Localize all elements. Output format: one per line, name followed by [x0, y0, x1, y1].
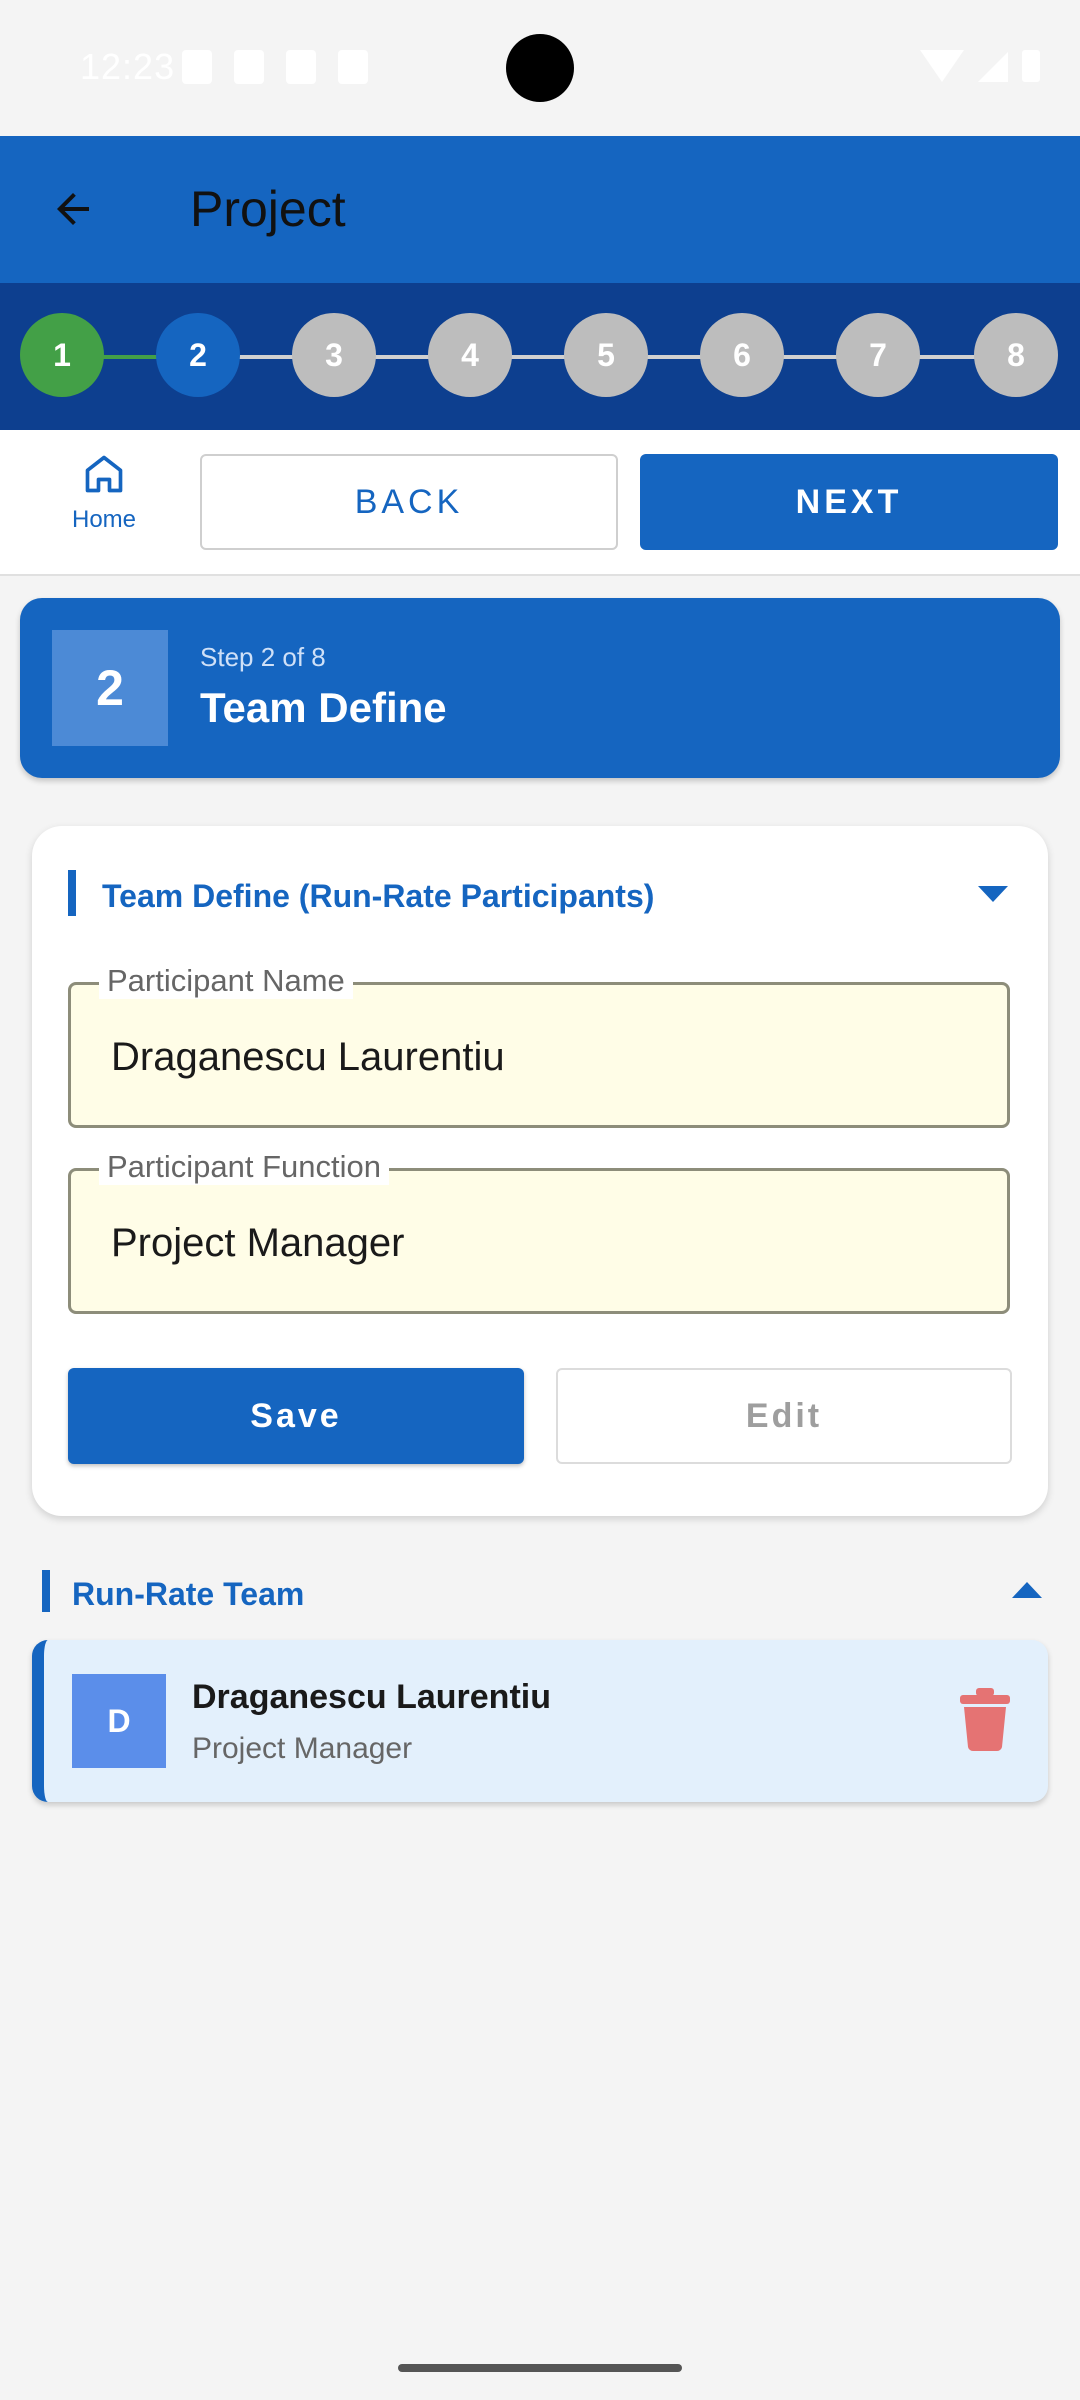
- action-bar: Home BACK NEXT: [0, 430, 1080, 576]
- section-accent: [68, 870, 76, 916]
- team-section-header[interactable]: Run-Rate Team: [42, 1570, 1042, 1612]
- team-define-form: Team Define (Run-Rate Participants) Part…: [32, 826, 1048, 1516]
- status-bar: 12:23: [0, 0, 1080, 136]
- next-button[interactable]: NEXT: [640, 454, 1058, 550]
- download-icon: [234, 50, 264, 84]
- font-icon: [338, 50, 368, 84]
- step-title: Team Define: [200, 684, 447, 731]
- save-button[interactable]: Save: [68, 1368, 524, 1464]
- step-number-badge: 2: [52, 630, 168, 746]
- step-header-card: 2 Step 2 of 8 Team Define: [20, 598, 1060, 778]
- step-5[interactable]: 5: [564, 313, 648, 397]
- participant-function-input[interactable]: [111, 1221, 971, 1266]
- form-section-header[interactable]: Team Define (Run-Rate Participants): [68, 870, 1012, 916]
- participant-function-label: Participant Function: [99, 1149, 389, 1185]
- member-role: Project Manager: [192, 1732, 413, 1765]
- app-bar: Project: [0, 136, 1080, 283]
- system-icons: [920, 50, 1040, 82]
- chevron-down-icon[interactable]: [978, 886, 1008, 902]
- home-button[interactable]: Home: [44, 452, 164, 556]
- gesture-bar[interactable]: [398, 2364, 682, 2372]
- avatar: D: [72, 1674, 166, 1768]
- home-label: Home: [71, 506, 137, 533]
- back-arrow-icon[interactable]: [40, 176, 106, 242]
- team-section-title: Run-Rate Team: [72, 1576, 305, 1612]
- notification-icons: [182, 50, 368, 84]
- step-8[interactable]: 8: [974, 313, 1058, 397]
- step-7[interactable]: 7: [836, 313, 920, 397]
- participant-name-field[interactable]: Participant Name: [68, 963, 1010, 1128]
- shield-icon: [182, 50, 212, 84]
- home-icon: [85, 455, 123, 493]
- step-4[interactable]: 4: [428, 313, 512, 397]
- form-section-title: Team Define (Run-Rate Participants): [102, 878, 655, 914]
- list-item[interactable]: D Draganescu Laurentiu Project Manager: [32, 1640, 1048, 1802]
- participant-function-field[interactable]: Participant Function: [68, 1149, 1010, 1314]
- step-3[interactable]: 3: [292, 313, 376, 397]
- member-name: Draganescu Laurentiu: [192, 1678, 551, 1716]
- participant-name-label: Participant Name: [99, 963, 353, 999]
- battery-icon: [1022, 50, 1040, 82]
- page-title: Project: [190, 181, 346, 237]
- signal-icon: [978, 52, 1008, 82]
- edit-button[interactable]: Edit: [556, 1368, 1012, 1464]
- participant-name-input[interactable]: [111, 1035, 971, 1080]
- step-count: Step 2 of 8: [200, 642, 326, 672]
- trash-icon[interactable]: [958, 1686, 1012, 1752]
- status-time: 12:23: [80, 46, 176, 87]
- back-button[interactable]: BACK: [200, 454, 618, 550]
- step-1[interactable]: 1: [20, 313, 104, 397]
- sd-card-icon: [286, 50, 316, 84]
- step-2[interactable]: 2: [156, 313, 240, 397]
- section-accent: [42, 1570, 50, 1612]
- progress-stepper: 1 2 3 4 5 6 7 8: [0, 283, 1080, 430]
- wifi-icon: [920, 50, 964, 82]
- chevron-up-icon[interactable]: [1012, 1582, 1042, 1598]
- step-6[interactable]: 6: [700, 313, 784, 397]
- camera-cutout: [506, 34, 574, 102]
